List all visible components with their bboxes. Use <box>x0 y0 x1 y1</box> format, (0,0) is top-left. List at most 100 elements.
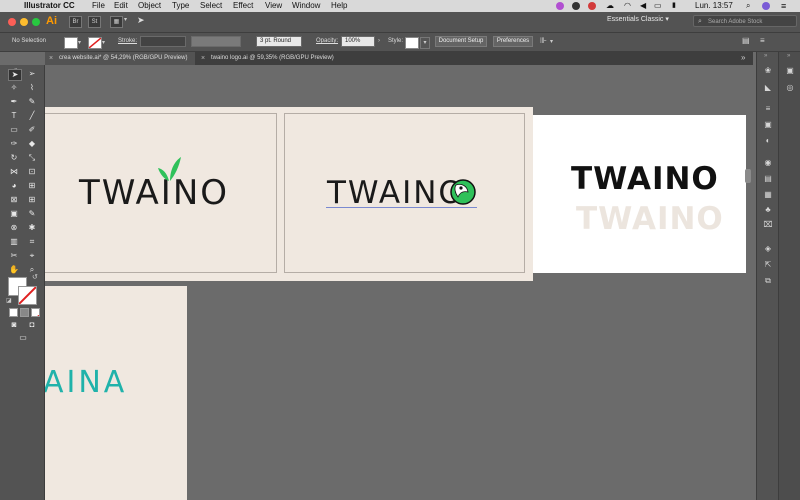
record-status-icon[interactable] <box>588 2 596 10</box>
eraser-tool-icon[interactable]: ◆ <box>26 139 38 149</box>
gradient-panel-icon[interactable]: ▣ <box>763 120 773 129</box>
cloud-icon[interactable]: ☁ <box>606 0 614 12</box>
volume-icon[interactable]: ◀ <box>640 0 646 12</box>
chevron-down-icon[interactable]: ▾ <box>420 37 430 49</box>
transparency-panel-icon[interactable]: ◐ <box>763 136 773 145</box>
align-options-icon[interactable]: ⊪ <box>540 36 547 45</box>
bridge-button[interactable]: Br <box>69 16 82 28</box>
close-tab-icon[interactable]: × <box>49 52 53 65</box>
screen-mode-icon[interactable]: ▭ <box>17 333 29 343</box>
gradient-mode-icon[interactable] <box>20 308 29 317</box>
stroke-color-box[interactable] <box>18 286 37 305</box>
swap-fill-stroke-icon[interactable]: ↺ <box>32 273 38 281</box>
adobe-stock-search-input[interactable]: ⌕ Search Adobe Stock <box>693 15 797 27</box>
color-guide-icon[interactable]: ◣ <box>763 83 773 92</box>
chevron-down-icon[interactable]: ▾ <box>78 39 81 46</box>
draw-behind-icon[interactable]: ◘ <box>26 320 38 330</box>
width-tool-icon[interactable]: ⋈ <box>8 167 20 177</box>
magic-wand-tool-icon[interactable]: ✧ <box>8 83 20 93</box>
appearance-panel-icon[interactable]: ◉ <box>763 158 773 167</box>
rectangle-tool-icon[interactable]: ▭ <box>8 125 20 135</box>
minimize-window-button[interactable] <box>20 18 28 26</box>
collapse-dock-icon[interactable]: » <box>787 53 790 59</box>
artboards-panel-icon[interactable]: ⧉ <box>763 276 773 285</box>
perspective-grid-tool-icon[interactable]: ⊠ <box>8 195 20 205</box>
free-transform-tool-icon[interactable]: ⊡ <box>26 167 38 177</box>
gpu-performance-icon[interactable]: ➤ <box>137 15 145 26</box>
blend-tool-icon[interactable]: ⊗ <box>8 223 20 233</box>
menu-help[interactable]: Help <box>331 0 347 12</box>
default-fill-stroke-icon[interactable]: ◪ <box>6 297 12 304</box>
menu-effect[interactable]: Effect <box>233 0 253 12</box>
stroke-panel-icon[interactable]: ≡ <box>763 104 773 113</box>
menu-type[interactable]: Type <box>172 0 189 12</box>
lasso-tool-icon[interactable]: ⌇ <box>26 83 38 93</box>
shape-builder-tool-icon[interactable]: ◕ <box>8 181 20 191</box>
draw-mode-icon[interactable]: ◙ <box>8 320 20 330</box>
stroke-weight-field[interactable] <box>140 36 186 47</box>
color-panel-icon[interactable]: ❀ <box>763 66 773 75</box>
export-panel-icon[interactable]: ⇱ <box>763 260 773 269</box>
vertical-scrollbar-thumb[interactable] <box>745 169 751 183</box>
color-mode-icon[interactable] <box>9 308 18 317</box>
stroke-label[interactable]: Stroke: <box>118 38 137 44</box>
artboard-white[interactable]: TWAINO TWAINO <box>533 115 746 273</box>
libraries-panel-icon[interactable]: ▣ <box>785 66 795 75</box>
scale-tool-icon[interactable]: ⤡ <box>26 153 38 163</box>
selection-tool-icon[interactable]: ➤ <box>8 69 22 81</box>
close-window-button[interactable] <box>8 18 16 26</box>
siri-icon[interactable] <box>762 2 770 10</box>
artboard-bottom-left[interactable]: AINA <box>45 286 187 500</box>
app-menu-name[interactable]: Illustrator CC <box>24 0 75 12</box>
notification-center-icon[interactable]: ≡ <box>781 0 786 12</box>
chevron-down-icon[interactable]: ▾ <box>550 38 553 45</box>
menu-file[interactable]: File <box>92 0 105 12</box>
mesh-tool-icon[interactable]: ⊞ <box>26 195 38 205</box>
none-mode-icon[interactable] <box>31 308 40 317</box>
menu-view[interactable]: View <box>265 0 282 12</box>
language-flag-icon[interactable]: ▮ <box>672 0 676 12</box>
wifi-icon[interactable]: ◠ <box>624 0 631 12</box>
type-tool-icon[interactable]: T <box>8 111 20 121</box>
rotate-tool-icon[interactable]: ↻ <box>8 153 20 163</box>
pen-tool-icon[interactable]: ✒ <box>8 97 20 107</box>
menu-window[interactable]: Window <box>292 0 320 12</box>
chevron-right-icon[interactable]: › <box>378 38 380 44</box>
app-status-icon[interactable] <box>556 2 564 10</box>
arrange-documents-icon[interactable]: ▦ <box>110 16 123 28</box>
brushes-panel-icon[interactable]: ⌧ <box>763 220 773 229</box>
collapse-dock-icon[interactable]: » <box>764 53 767 59</box>
artboard-tool-icon[interactable]: ⌗ <box>26 237 38 247</box>
workspace-switcher[interactable]: Essentials Classic ▾ <box>607 15 669 23</box>
layers-panel-icon[interactable]: ◈ <box>763 244 773 253</box>
hand-tool-icon[interactable]: ✋ <box>8 265 20 275</box>
tab-overflow-icon[interactable]: » <box>741 53 745 62</box>
brush-definition-select[interactable]: 3 pt. Round <box>256 36 302 47</box>
document-canvas[interactable]: TWAINO TWAINO TWAINO TWAINO AINA <box>45 65 753 500</box>
menu-object[interactable]: Object <box>138 0 161 12</box>
battery-icon[interactable]: ▭ <box>654 0 662 12</box>
menu-select[interactable]: Select <box>200 0 222 12</box>
chevron-down-icon[interactable]: ▾ <box>124 16 127 23</box>
artboard-top[interactable]: TWAINO TWAINO <box>45 107 533 281</box>
eyedropper-tool-icon[interactable]: ✎ <box>26 209 38 219</box>
line-tool-icon[interactable]: ╱ <box>26 111 38 121</box>
preferences-button[interactable]: Preferences <box>493 36 533 47</box>
graphic-styles-icon[interactable]: ▤ <box>763 174 773 183</box>
direct-selection-tool-icon[interactable]: ➢ <box>26 69 38 79</box>
close-tab-icon[interactable]: × <box>201 52 205 65</box>
creative-cloud-icon[interactable] <box>572 2 580 10</box>
column-graph-tool-icon[interactable]: ▥ <box>8 237 20 247</box>
curvature-tool-icon[interactable]: ✎ <box>26 97 38 107</box>
layers-stack-icon[interactable]: ▦ <box>763 190 773 199</box>
paintbrush-tool-icon[interactable]: ✐ <box>26 125 38 135</box>
stock-button[interactable]: St <box>88 16 101 28</box>
eyedropper-alt-icon[interactable]: ⌖ <box>26 251 38 261</box>
document-setup-button[interactable]: Document Setup <box>435 36 487 47</box>
fill-color-swatch[interactable] <box>64 37 78 49</box>
tab-twaino-logo[interactable]: × twaino logo.ai @ 59,35% (RGB/GPU Previ… <box>197 52 347 65</box>
menu-edit[interactable]: Edit <box>114 0 128 12</box>
spotlight-search-icon[interactable]: ⌕ <box>746 0 750 12</box>
opacity-field[interactable]: 100% <box>341 36 375 47</box>
symbol-sprayer-tool-icon[interactable]: ✱ <box>26 223 38 233</box>
